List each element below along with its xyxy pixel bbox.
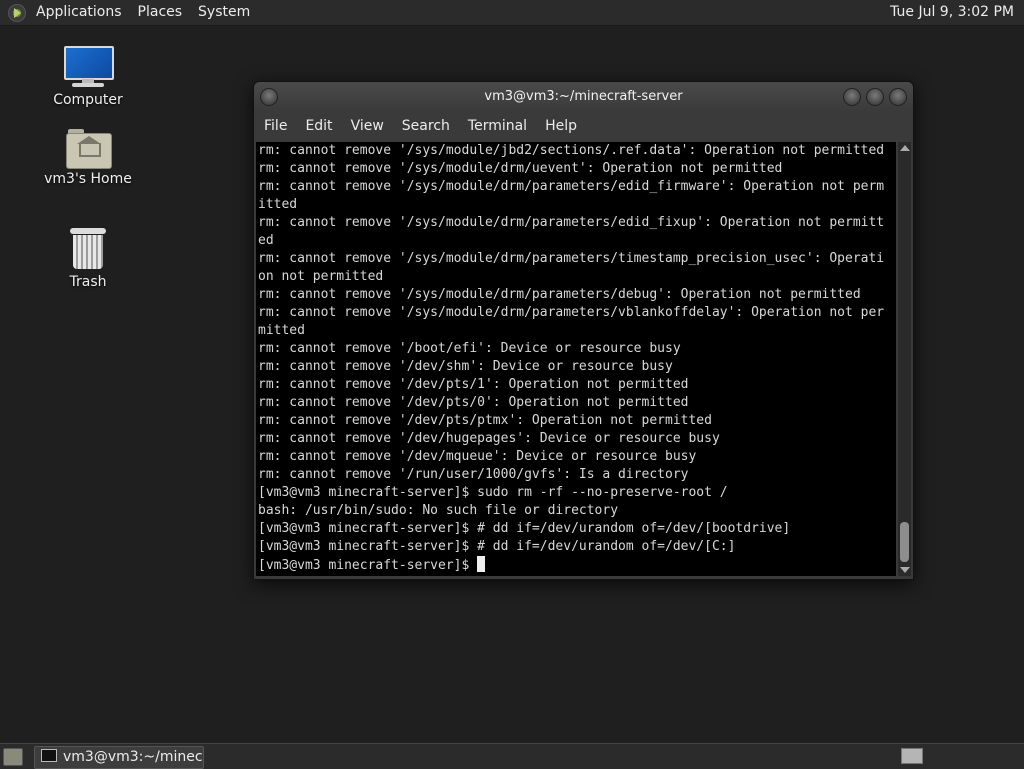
terminal-line: [vm3@vm3 minecraft-server]$ sudo rm -rf …: [258, 485, 728, 500]
menu-file[interactable]: File: [256, 112, 295, 140]
terminal-line: rm: cannot remove '/sys/module/drm/param…: [258, 305, 885, 320]
terminal-line: rm: cannot remove '/boot/efi': Device or…: [258, 341, 681, 356]
desktop-icon-home[interactable]: vm3's Home: [33, 127, 143, 187]
home-folder-icon: [66, 127, 112, 169]
terminal-line: rm: cannot remove '/dev/hugepages': Devi…: [258, 431, 720, 446]
terminal-line: itted: [258, 197, 298, 212]
menu-edit[interactable]: Edit: [297, 112, 340, 140]
terminal-line: ed: [258, 233, 274, 248]
terminal-menubar: File Edit View Search Terminal Help: [254, 112, 913, 140]
desktop-icon-label: Trash: [69, 274, 107, 290]
terminal-line: rm: cannot remove '/sys/module/drm/param…: [258, 287, 861, 302]
scroll-down-icon[interactable]: [900, 567, 910, 573]
menu-help[interactable]: Help: [537, 112, 585, 140]
terminal-line: mitted: [258, 323, 305, 338]
terminal-line: rm: cannot remove '/sys/module/drm/ueven…: [258, 161, 783, 176]
show-desktop-button[interactable]: [3, 748, 23, 766]
scroll-up-icon[interactable]: [900, 145, 910, 151]
window-title: vm3@vm3:~/minecraft-server: [484, 89, 683, 104]
taskbar-label: vm3@vm3:~/minecr...: [63, 749, 203, 765]
terminal-line: rm: cannot remove '/sys/module/drm/param…: [258, 251, 885, 266]
trash-icon: [70, 228, 106, 270]
applications-menu[interactable]: Applications: [28, 0, 130, 25]
places-menu[interactable]: Places: [130, 0, 191, 25]
workspace-switcher[interactable]: [901, 748, 923, 764]
terminal-scrollbar[interactable]: [898, 142, 911, 576]
terminal-line: rm: cannot remove '/dev/pts/1': Operatio…: [258, 377, 689, 392]
terminal-line: rm: cannot remove '/sys/module/drm/param…: [258, 179, 885, 194]
terminal-window[interactable]: vm3@vm3:~/minecraft-server File Edit Vie…: [253, 81, 914, 580]
terminal-line: rm: cannot remove '/run/user/1000/gvfs':…: [258, 467, 689, 482]
prompt-line: [vm3@vm3 minecraft-server]$: [258, 556, 486, 573]
system-menu[interactable]: System: [190, 0, 258, 25]
terminal-line: rm: cannot remove '/dev/mqueue': Device …: [258, 449, 697, 464]
terminal-line: rm: cannot remove '/sys/module/drm/param…: [258, 215, 885, 230]
top-panel: Applications Places System Tue Jul 9, 3:…: [0, 0, 1024, 26]
gnome-logo-icon[interactable]: [8, 3, 26, 22]
terminal-line: on not permitted: [258, 269, 384, 284]
menu-view[interactable]: View: [343, 112, 392, 140]
terminal-line: [vm3@vm3 minecraft-server]$ # dd if=/dev…: [258, 521, 791, 536]
terminal-text: rm: cannot remove '/sys/module/jbd2/sect…: [256, 142, 896, 575]
desktop-icon-computer[interactable]: Computer: [33, 46, 143, 108]
terminal-line: rm: cannot remove '/dev/pts/ptmx': Opera…: [258, 413, 712, 428]
taskbar-terminal-button[interactable]: vm3@vm3:~/minecr...: [34, 746, 204, 769]
terminal-line: [vm3@vm3 minecraft-server]$ # dd if=/dev…: [258, 539, 736, 554]
scrollbar-thumb[interactable]: [900, 522, 909, 562]
clock[interactable]: Tue Jul 9, 3:02 PM: [890, 0, 1014, 25]
bottom-panel: vm3@vm3:~/minecr...: [0, 743, 1024, 769]
terminal-line: rm: cannot remove '/sys/module/jbd2/sect…: [258, 143, 885, 158]
terminal-line: rm: cannot remove '/dev/shm': Device or …: [258, 359, 673, 374]
terminal-prompt: [vm3@vm3 minecraft-server]$: [258, 558, 478, 573]
menu-terminal[interactable]: Terminal: [460, 112, 535, 140]
desktop-icon-label: vm3's Home: [44, 171, 132, 187]
text-cursor: [477, 556, 486, 572]
menu-search[interactable]: Search: [394, 112, 458, 140]
computer-icon: [64, 46, 114, 88]
minimize-button[interactable]: [843, 88, 861, 106]
desktop-icon-label: Computer: [53, 92, 123, 108]
window-titlebar[interactable]: vm3@vm3:~/minecraft-server: [254, 82, 913, 112]
close-button[interactable]: [889, 88, 907, 106]
maximize-button[interactable]: [866, 88, 884, 106]
terminal-icon: [41, 749, 57, 762]
terminal-output[interactable]: rm: cannot remove '/sys/module/jbd2/sect…: [256, 142, 896, 576]
terminal-line: bash: /usr/bin/sudo: No such file or dir…: [258, 503, 619, 518]
terminal-line: rm: cannot remove '/dev/pts/0': Operatio…: [258, 395, 689, 410]
desktop-icon-trash[interactable]: Trash: [33, 228, 143, 290]
window-menu-icon[interactable]: [260, 88, 278, 106]
